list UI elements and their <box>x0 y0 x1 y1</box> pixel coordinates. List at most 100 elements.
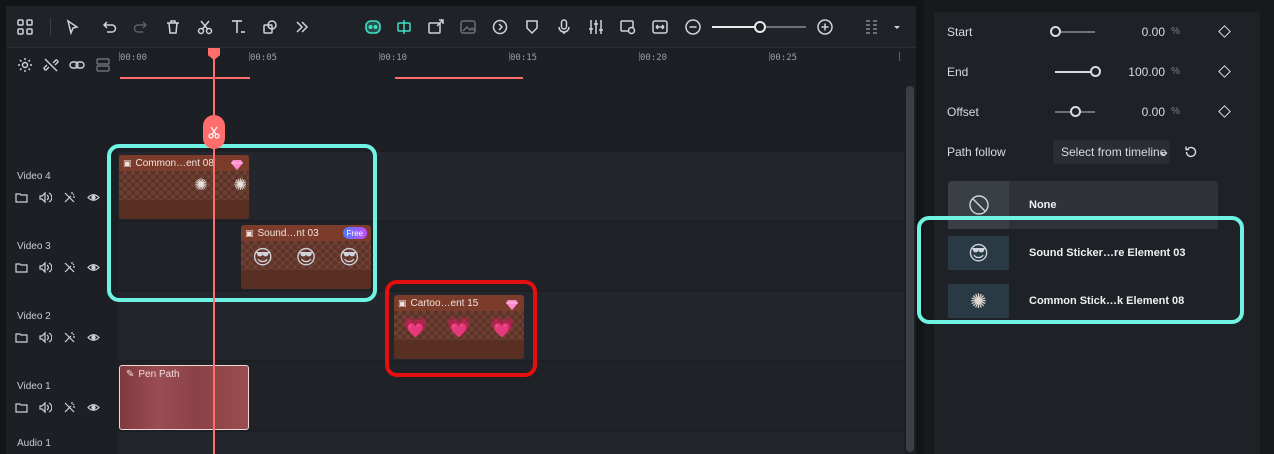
start-slider-knob[interactable] <box>1049 26 1061 37</box>
end-value[interactable]: 100.00 <box>1107 65 1165 79</box>
offset-slider[interactable] <box>1055 106 1095 117</box>
offset-slider-knob[interactable] <box>1069 106 1081 117</box>
ai-mascot-icon[interactable] <box>362 16 384 38</box>
track-row-audio-1[interactable] <box>118 432 904 454</box>
firework-thumb: ✺ <box>948 284 1009 318</box>
clip-label: Sound…nt 03 <box>257 227 319 239</box>
eye-icon[interactable] <box>86 400 101 415</box>
path-option-label: None <box>1029 199 1057 211</box>
image-frame-icon[interactable] <box>457 16 479 38</box>
timeline-ruler[interactable]: 00:00 00:05 00:10 00:15 00:20 00:25 <box>118 48 908 82</box>
path-follow-selected: Select from timeline <box>1061 145 1167 159</box>
ruler-label: 00:25 <box>770 53 798 63</box>
premium-gem-icon <box>506 297 518 315</box>
track-name: Video 3 <box>17 241 51 252</box>
folder-lock-icon[interactable] <box>14 260 29 275</box>
layout-grid-icon[interactable] <box>14 16 36 38</box>
properties-panel: Start 0.00 % End 100.00 % Offset 0.00 % … <box>917 0 1274 454</box>
zoom-slider[interactable] <box>712 21 806 33</box>
track-header-audio-1: Audio 1 <box>6 432 118 454</box>
start-keyframe-diamond-icon[interactable] <box>1218 25 1231 38</box>
clip-cartoon-element-15[interactable]: ▣ Cartoo…ent 15 💗 💗 💗 <box>394 295 524 359</box>
clip-header: ▣ Cartoo…ent 15 <box>394 295 524 311</box>
text-tool-icon[interactable] <box>227 16 249 38</box>
end-slider[interactable] <box>1055 66 1101 77</box>
speed-ramp-icon[interactable] <box>489 16 511 38</box>
path-option-label: Common Stick…k Element 08 <box>1029 295 1185 307</box>
offset-unit: % <box>1171 106 1180 117</box>
end-row: End 100.00 % <box>947 62 1247 82</box>
volume-icon[interactable] <box>38 330 53 345</box>
panel-grip-icon[interactable] <box>861 16 883 38</box>
timeline-vertical-scrollbar[interactable] <box>904 82 916 454</box>
clip-sound-element-03[interactable]: ▣ Sound…nt 03 Free 😎 😎 😎 <box>241 225 371 289</box>
clip-label: Cartoo…ent 15 <box>410 297 479 309</box>
mask-shield-icon[interactable] <box>521 16 543 38</box>
offset-row: Offset 0.00 % <box>947 102 1247 122</box>
folder-lock-icon[interactable] <box>14 330 29 345</box>
playhead-line[interactable] <box>213 48 215 454</box>
zoom-slider-knob[interactable] <box>754 21 766 33</box>
toolbar-dropdown-icon[interactable] <box>886 16 908 38</box>
offset-keyframe-diamond-icon[interactable] <box>1218 105 1231 118</box>
hide-effect-icon[interactable] <box>62 330 77 345</box>
ruler-label: 00:00 <box>120 53 148 63</box>
playhead-split-scissors-icon[interactable] <box>203 115 225 149</box>
start-row: Start 0.00 % <box>947 22 1247 42</box>
track-name: Video 1 <box>17 381 51 392</box>
chevron-down-icon <box>1159 146 1169 164</box>
end-label: End <box>947 65 969 79</box>
hide-effect-icon[interactable] <box>62 190 77 205</box>
start-label: Start <box>947 25 973 39</box>
zoom-in-icon[interactable] <box>814 16 836 38</box>
clip-thumbnail-strip: ✺ ✺ <box>119 171 249 219</box>
track-height-icon[interactable] <box>92 54 114 76</box>
start-slider[interactable] <box>1049 26 1095 37</box>
scrollbar-thumb[interactable] <box>906 86 914 452</box>
ruler-label: 00:15 <box>510 53 538 63</box>
clip-pen-path[interactable]: ✎ Pen Path <box>119 365 249 430</box>
track-settings-gear-icon[interactable] <box>14 54 36 76</box>
eye-icon[interactable] <box>86 190 101 205</box>
track-header-video-2: Video 2 <box>6 292 118 360</box>
folder-lock-icon[interactable] <box>14 400 29 415</box>
delete-icon[interactable] <box>162 16 184 38</box>
end-keyframe-diamond-icon[interactable] <box>1218 65 1231 78</box>
volume-icon[interactable] <box>38 260 53 275</box>
auto-highlight-icon[interactable] <box>425 16 447 38</box>
redo-icon[interactable] <box>130 16 152 38</box>
eye-icon[interactable] <box>86 330 101 345</box>
select-pointer-icon[interactable] <box>62 16 84 38</box>
clip-common-element-08[interactable]: ▣ Common…ent 08 ✺ ✺ <box>119 155 249 219</box>
offset-label: Offset <box>947 105 979 119</box>
end-slider-knob[interactable] <box>1089 66 1101 77</box>
fit-width-icon[interactable] <box>649 16 671 38</box>
split-scissors-icon[interactable] <box>194 16 216 38</box>
path-follow-select[interactable]: Select from timeline <box>1053 140 1170 164</box>
path-option-common-sticker[interactable]: ✺ Common Stick…k Element 08 <box>948 277 1218 325</box>
hide-effect-icon[interactable] <box>62 260 77 275</box>
path-option-sound-sticker[interactable]: 😎 Sound Sticker…re Element 03 <box>948 229 1218 277</box>
zoom-out-icon[interactable] <box>682 16 704 38</box>
start-unit: % <box>1171 26 1180 37</box>
folder-lock-icon[interactable] <box>14 190 29 205</box>
unlink-icon[interactable] <box>40 54 62 76</box>
hide-effect-icon[interactable] <box>62 400 77 415</box>
start-value[interactable]: 0.00 <box>1107 25 1165 39</box>
more-tools-chevron-icon[interactable] <box>291 16 313 38</box>
reset-icon[interactable] <box>1183 144 1199 160</box>
track-row-video-3[interactable] <box>118 222 904 290</box>
offset-value[interactable]: 0.00 <box>1107 105 1165 119</box>
volume-icon[interactable] <box>38 400 53 415</box>
audio-mixer-icon[interactable] <box>585 16 607 38</box>
end-unit: % <box>1171 66 1180 77</box>
shape-crop-icon[interactable] <box>259 16 281 38</box>
link-clips-icon[interactable] <box>66 54 88 76</box>
undo-icon[interactable] <box>98 16 120 38</box>
volume-icon[interactable] <box>38 190 53 205</box>
snap-magnet-icon[interactable] <box>393 16 415 38</box>
eye-icon[interactable] <box>86 260 101 275</box>
microphone-icon[interactable] <box>553 16 575 38</box>
screen-record-icon[interactable] <box>617 16 639 38</box>
path-option-none[interactable]: None <box>948 181 1218 229</box>
